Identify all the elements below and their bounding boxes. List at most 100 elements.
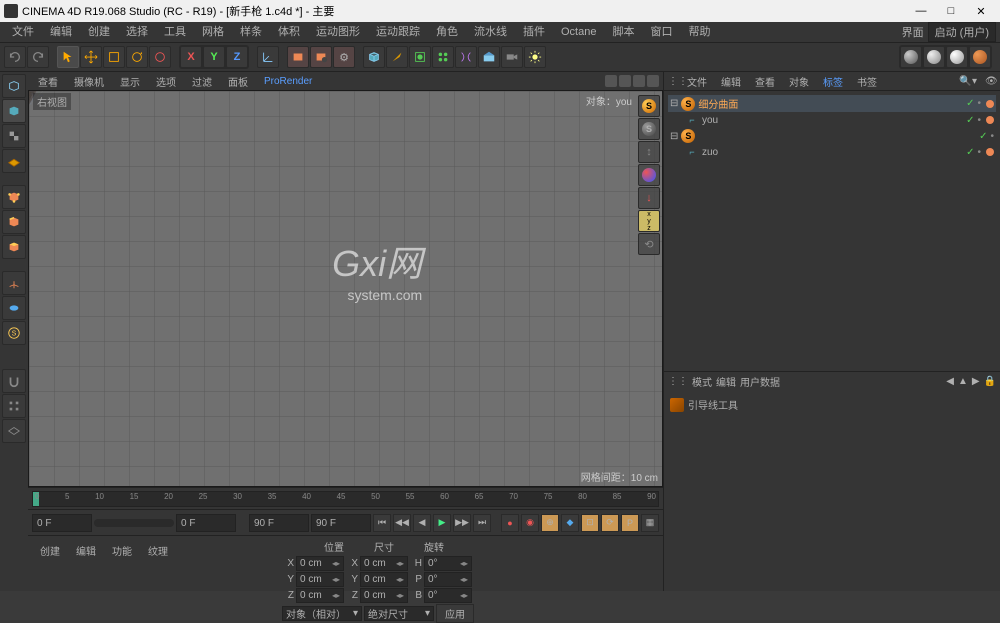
- size-Z-input[interactable]: 0 cm◂▸: [360, 588, 408, 603]
- pos-Z-input[interactable]: 0 cm◂▸: [296, 588, 344, 603]
- vp-tab-display[interactable]: 显示: [114, 74, 146, 89]
- obj-tab-view[interactable]: 查看: [749, 74, 781, 89]
- rot-H-input[interactable]: 0°◂▸: [424, 556, 472, 571]
- layout-dropdown[interactable]: 启动 (用户): [928, 22, 996, 42]
- vp-move-icon[interactable]: ↕: [638, 141, 660, 163]
- vp-nav-icon[interactable]: [647, 75, 659, 87]
- subdivision-surface[interactable]: [409, 46, 431, 68]
- attr-tab-mode[interactable]: 模式: [692, 374, 712, 389]
- vp-tab-panel[interactable]: 面板: [222, 74, 254, 89]
- z-axis-lock[interactable]: Z: [226, 46, 248, 68]
- frame-start[interactable]: 0 F: [32, 514, 92, 532]
- vp-tab-camera[interactable]: 摄像机: [68, 74, 110, 89]
- vp-down-icon[interactable]: ↓: [638, 187, 660, 209]
- tag-icon[interactable]: [986, 100, 994, 108]
- render-settings[interactable]: ⚙: [333, 46, 355, 68]
- record-key[interactable]: ●: [501, 514, 519, 532]
- pos-X-input[interactable]: 0 cm◂▸: [296, 556, 344, 571]
- menu-create[interactable]: 创建: [80, 22, 118, 42]
- vp-tab-prorender[interactable]: ProRender: [258, 76, 318, 87]
- vp-solo-s2[interactable]: S: [638, 118, 660, 140]
- point-mode[interactable]: [2, 185, 26, 209]
- sphere-shade4[interactable]: [969, 46, 991, 68]
- play-back[interactable]: ◀: [413, 514, 431, 532]
- key-rotation[interactable]: ⟳: [601, 514, 619, 532]
- menu-select[interactable]: 选择: [118, 22, 156, 42]
- menu-spline[interactable]: 样条: [232, 22, 270, 42]
- y-axis-lock[interactable]: Y: [203, 46, 225, 68]
- obj-tab-file[interactable]: 文件: [681, 74, 713, 89]
- move-tool[interactable]: [80, 46, 102, 68]
- mat-tab-create[interactable]: 创建: [34, 542, 66, 559]
- coord-system[interactable]: [257, 46, 279, 68]
- vp-xyz-icon[interactable]: xyz: [638, 210, 660, 232]
- cube-primitive[interactable]: [363, 46, 385, 68]
- obj-tab-tags[interactable]: 标签: [817, 74, 849, 89]
- scale-tool[interactable]: [103, 46, 125, 68]
- obj-tab-bookmarks[interactable]: 书签: [851, 74, 883, 89]
- key-pla[interactable]: ▦: [641, 514, 659, 532]
- menu-pipeline[interactable]: 流水线: [466, 22, 515, 42]
- menu-window[interactable]: 窗口: [642, 22, 680, 42]
- mat-tab-edit[interactable]: 编辑: [70, 542, 102, 559]
- menu-file[interactable]: 文件: [4, 22, 42, 42]
- make-editable[interactable]: [2, 74, 26, 98]
- menu-octane[interactable]: Octane: [553, 22, 604, 42]
- sphere-shade3[interactable]: [946, 46, 968, 68]
- nav-fwd-icon[interactable]: ▶: [972, 376, 980, 387]
- frame-end1[interactable]: 90 F: [249, 514, 309, 532]
- play-forward[interactable]: ▶: [433, 514, 451, 532]
- deformer[interactable]: [455, 46, 477, 68]
- render-view[interactable]: [287, 46, 309, 68]
- tree-row[interactable]: ⊟S细分曲面✓•: [668, 95, 996, 112]
- environment[interactable]: [478, 46, 500, 68]
- recent-tool[interactable]: [149, 46, 171, 68]
- spline-pen[interactable]: [386, 46, 408, 68]
- menu-help[interactable]: 帮助: [680, 22, 718, 42]
- rot-B-input[interactable]: 0°◂▸: [424, 588, 472, 603]
- tweak-mode[interactable]: [2, 296, 26, 320]
- menu-tools[interactable]: 工具: [156, 22, 194, 42]
- eye-icon[interactable]: 👁: [985, 76, 996, 87]
- light-tool[interactable]: [524, 46, 546, 68]
- object-tree[interactable]: ⊟S细分曲面✓•⌐you✓•⊟S✓•⌐zuo✓•: [664, 90, 1000, 371]
- model-mode[interactable]: [2, 99, 26, 123]
- obj-tab-edit[interactable]: 编辑: [715, 74, 747, 89]
- key-param[interactable]: P: [621, 514, 639, 532]
- tree-row[interactable]: ⌐zuo✓•: [668, 144, 996, 160]
- undo-button[interactable]: [4, 46, 26, 68]
- tree-row[interactable]: ⌐you✓•: [668, 112, 996, 128]
- filter-icon[interactable]: ▾: [972, 76, 983, 87]
- menu-script[interactable]: 脚本: [604, 22, 642, 42]
- viewport[interactable]: 右视图 对象：you 网格间距：10 cm S S ↕ ↓ xyz ⟲ Gxi网…: [28, 90, 663, 487]
- menu-plugins[interactable]: 插件: [515, 22, 553, 42]
- x-axis-lock[interactable]: X: [180, 46, 202, 68]
- panel-menu-icon[interactable]: ⋮⋮: [668, 76, 679, 87]
- step-forward[interactable]: ▶▶: [453, 514, 471, 532]
- goto-start[interactable]: ⏮: [373, 514, 391, 532]
- redo-button[interactable]: [27, 46, 49, 68]
- edge-mode[interactable]: [2, 210, 26, 234]
- maximize-button[interactable]: □: [936, 1, 966, 21]
- vp-reset-icon[interactable]: ⟲: [638, 233, 660, 255]
- mat-tab-func[interactable]: 功能: [106, 542, 138, 559]
- minimize-button[interactable]: —: [906, 1, 936, 21]
- render-region[interactable]: [310, 46, 332, 68]
- vp-material-icon[interactable]: [638, 164, 660, 186]
- key-scale[interactable]: ⊡: [581, 514, 599, 532]
- key-position[interactable]: ⊕: [541, 514, 559, 532]
- tree-row[interactable]: ⊟S✓•: [668, 128, 996, 144]
- viewport-solo[interactable]: S: [2, 321, 26, 345]
- menu-edit[interactable]: 编辑: [42, 22, 80, 42]
- nav-back-icon[interactable]: ◀: [946, 376, 954, 387]
- tag-icon[interactable]: [986, 116, 994, 124]
- frame-end2[interactable]: 90 F: [311, 514, 371, 532]
- sphere-shade2[interactable]: [923, 46, 945, 68]
- workplane-tool[interactable]: [2, 419, 26, 443]
- snap-toggle[interactable]: [2, 369, 26, 393]
- coord-size-mode[interactable]: 绝对尺寸▾: [364, 606, 434, 621]
- size-Y-input[interactable]: 0 cm◂▸: [360, 572, 408, 587]
- attr-tab-userdata[interactable]: 用户数据: [740, 374, 780, 389]
- frame-current[interactable]: 0 F: [176, 514, 236, 532]
- vp-tab-view[interactable]: 查看: [32, 74, 64, 89]
